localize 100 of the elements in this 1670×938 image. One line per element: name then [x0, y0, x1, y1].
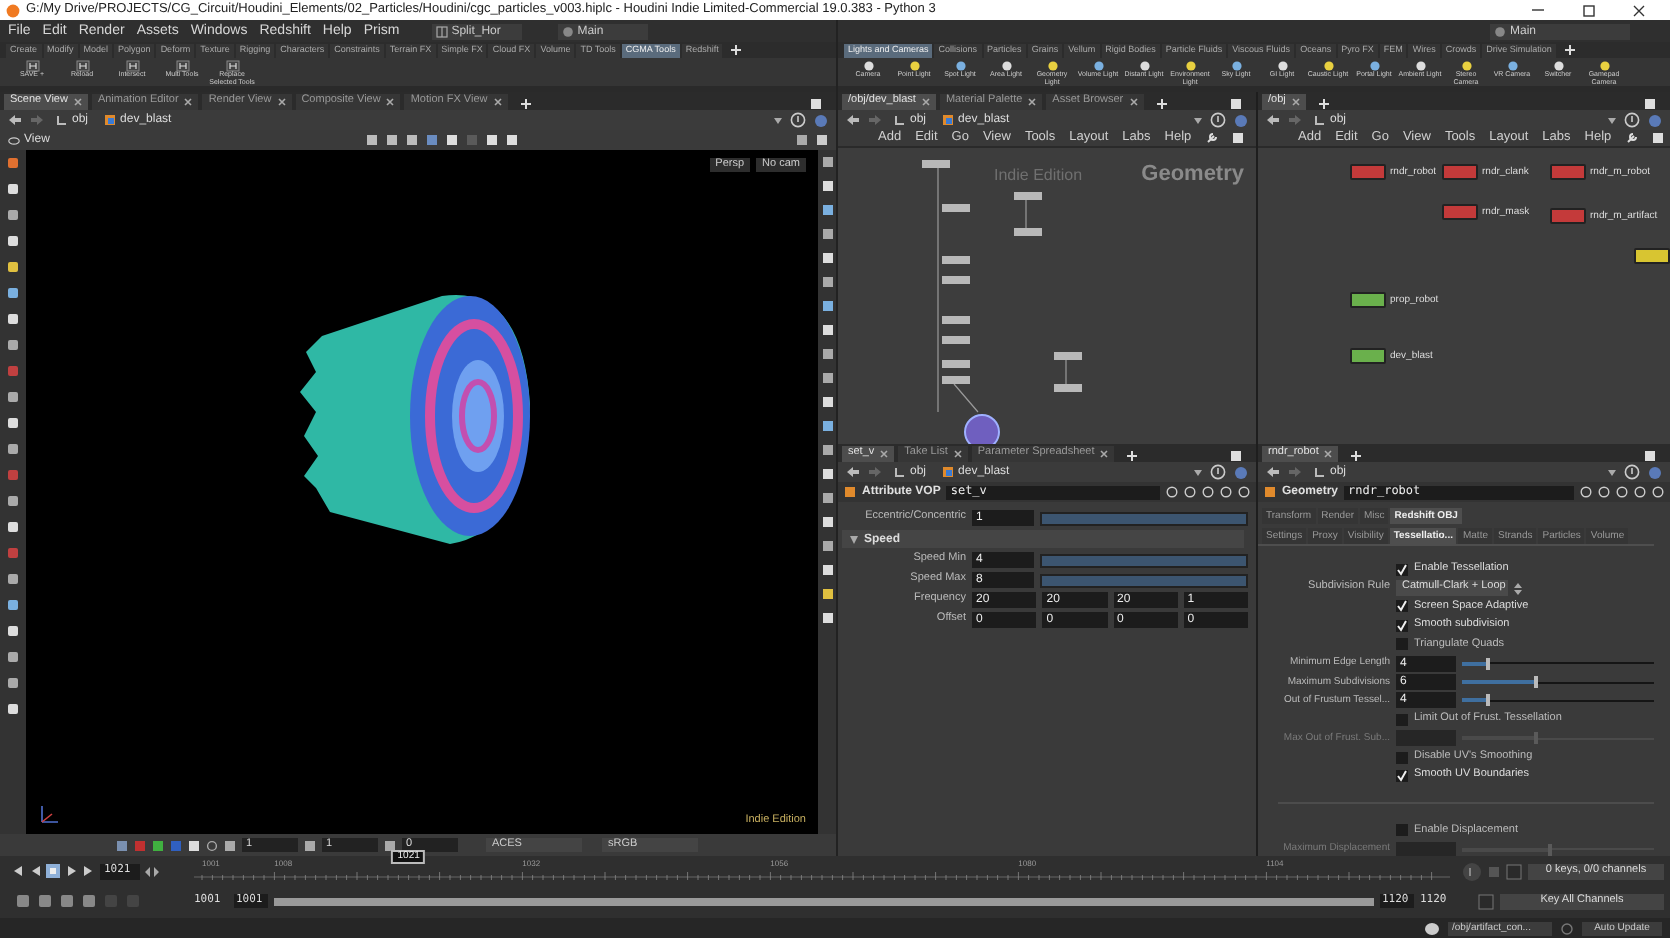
close-icon[interactable]: [1632, 3, 1646, 17]
close-icon[interactable]: [953, 450, 962, 458]
slider-thumb[interactable]: [1533, 676, 1538, 689]
network-node[interactable]: [942, 316, 970, 324]
zoom-icon[interactable]: [206, 839, 218, 851]
checkbox[interactable]: [1396, 824, 1408, 837]
close-icon[interactable]: [493, 98, 502, 106]
pane-menu-icon[interactable]: [810, 98, 822, 110]
plus-icon[interactable]: [1350, 450, 1363, 462]
pane-menu-icon[interactable]: [1644, 450, 1656, 462]
network-node[interactable]: [1442, 204, 1478, 220]
loop-icon[interactable]: [60, 894, 74, 908]
display-icon[interactable]: [1231, 132, 1244, 144]
channel-swatch-icon[interactable]: [116, 839, 128, 851]
spinner-icon[interactable]: [1514, 581, 1522, 596]
network-node[interactable]: [942, 256, 970, 264]
checkbox[interactable]: [1396, 713, 1408, 726]
gamma-icon[interactable]: [384, 839, 396, 851]
slider-thumb[interactable]: [1485, 657, 1490, 670]
network-node[interactable]: [1550, 164, 1586, 180]
pin-circle-icon[interactable]: [1624, 464, 1640, 480]
checkbox[interactable]: [1396, 751, 1408, 764]
settings-icon[interactable]: [816, 134, 828, 146]
pane-menu-icon[interactable]: [1230, 98, 1242, 110]
back-arrow-icon[interactable]: [846, 466, 860, 478]
step-back-icon[interactable]: [28, 864, 42, 878]
slider-track[interactable]: [1462, 657, 1654, 670]
slider-track[interactable]: [1462, 676, 1654, 689]
pin-circle-icon[interactable]: [1624, 112, 1640, 128]
snap-icon[interactable]: [796, 134, 808, 146]
audio-icon[interactable]: [1462, 861, 1482, 881]
network-node[interactable]: [1350, 348, 1386, 364]
back-arrow-icon[interactable]: [1266, 114, 1280, 126]
plus-icon[interactable]: [1317, 98, 1330, 110]
maximize-icon[interactable]: [1582, 3, 1596, 17]
close-icon[interactable]: [1100, 450, 1109, 458]
play-icon[interactable]: [64, 864, 78, 878]
slider-track[interactable]: [1462, 694, 1654, 707]
plus-icon[interactable]: [1155, 98, 1168, 110]
network-node[interactable]: [942, 204, 970, 212]
step-arrows-icon[interactable]: [144, 865, 160, 877]
minimize-icon[interactable]: [1530, 4, 1546, 16]
network-node[interactable]: [1350, 164, 1386, 180]
chat-icon[interactable]: [1424, 921, 1440, 935]
refresh-icon[interactable]: [1560, 921, 1574, 935]
minus-icon[interactable]: [224, 839, 236, 851]
close-icon[interactable]: [1129, 98, 1138, 106]
channel-swatch-icon[interactable]: [170, 839, 182, 851]
back-arrow-icon[interactable]: [846, 114, 860, 126]
checkbox[interactable]: [1396, 619, 1408, 632]
network-node[interactable]: [942, 360, 970, 368]
close-icon[interactable]: [1028, 98, 1037, 106]
plus-icon[interactable]: [1126, 450, 1139, 462]
pin-circle-icon[interactable]: [790, 112, 806, 128]
network-node[interactable]: [1634, 248, 1670, 264]
display-icon[interactable]: [1651, 132, 1664, 144]
close-icon[interactable]: [386, 98, 395, 106]
network-node[interactable]: [1014, 192, 1042, 200]
plus-icon[interactable]: [1563, 44, 1576, 56]
network-node[interactable]: [1054, 352, 1082, 360]
contrast-icon[interactable]: [304, 839, 316, 851]
network-node[interactable]: [1350, 292, 1386, 308]
pane-menu-icon[interactable]: [1230, 450, 1242, 462]
close-icon[interactable]: [277, 98, 286, 106]
checkbox[interactable]: [1396, 600, 1408, 613]
audio-scrub-icon[interactable]: [38, 894, 52, 908]
network-node[interactable]: [1550, 208, 1586, 224]
network-node[interactable]: [942, 276, 970, 284]
network-node[interactable]: [942, 376, 970, 384]
back-arrow-icon[interactable]: [1266, 466, 1280, 478]
network-node[interactable]: [1442, 164, 1478, 180]
network-node[interactable]: [942, 336, 970, 344]
back-arrow-icon[interactable]: [8, 114, 22, 126]
range-bar[interactable]: [274, 897, 1374, 905]
pin-circle-icon[interactable]: [1210, 464, 1226, 480]
checkbox[interactable]: [1396, 769, 1408, 782]
pane-menu-icon[interactable]: [1644, 98, 1656, 110]
network-node[interactable]: [1014, 228, 1042, 236]
checkbox[interactable]: [1396, 563, 1408, 576]
checkbox[interactable]: [1396, 638, 1408, 651]
channel-swatch-icon[interactable]: [152, 839, 164, 851]
slider-track[interactable]: [1462, 732, 1654, 745]
realtime-icon[interactable]: [16, 894, 30, 908]
pin-circle-icon[interactable]: [1210, 112, 1226, 128]
close-icon[interactable]: [184, 98, 193, 106]
plus-icon[interactable]: [730, 44, 743, 56]
skip-end-icon[interactable]: [82, 864, 96, 878]
settings-icon[interactable]: [82, 894, 96, 908]
channel-swatch-icon[interactable]: [188, 839, 200, 851]
plus-icon[interactable]: [519, 98, 532, 110]
skip-start-icon[interactable]: [10, 864, 24, 878]
network-node[interactable]: [964, 414, 1000, 444]
slider-thumb[interactable]: [1485, 694, 1490, 707]
wrench-icon[interactable]: [1205, 132, 1218, 144]
network-node[interactable]: [922, 160, 950, 168]
wrench-icon[interactable]: [1625, 132, 1638, 144]
network-node[interactable]: [1054, 384, 1082, 392]
collapse-icon[interactable]: [850, 535, 858, 543]
channel-swatch-icon[interactable]: [134, 839, 146, 851]
slider-track[interactable]: [1462, 843, 1654, 856]
